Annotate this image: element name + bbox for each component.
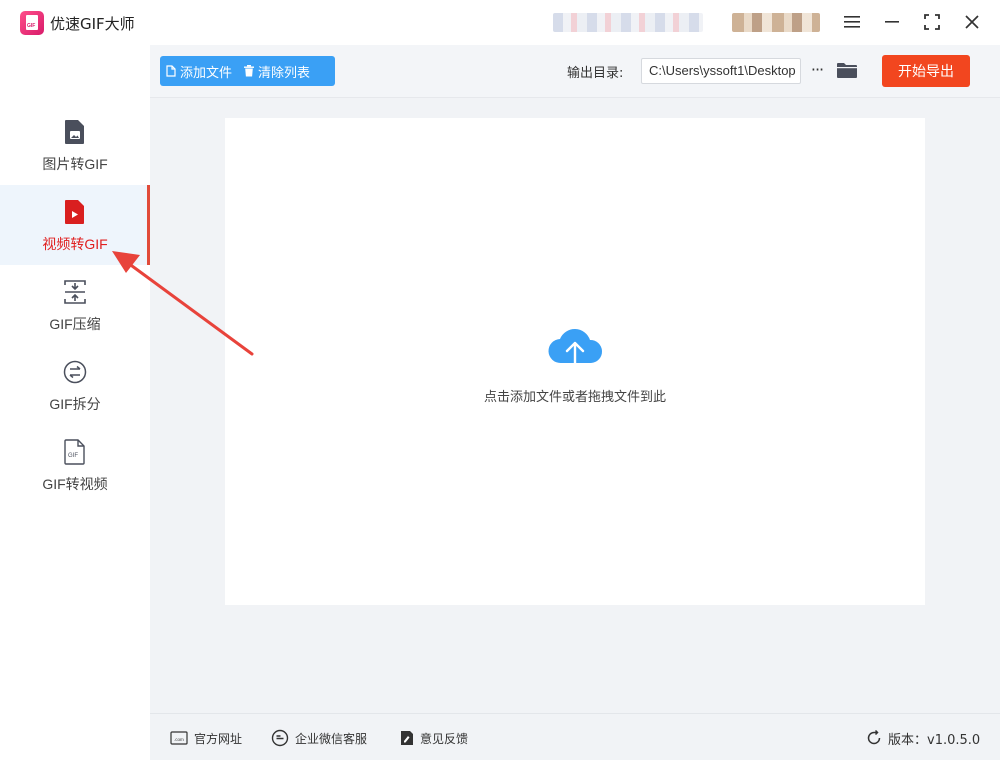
- sidebar: 图片转GIF 视频转GIF GIF压缩 GIF拆分 GIF GIF转视频: [0, 45, 150, 760]
- output-directory-label: 输出目录:: [567, 66, 624, 81]
- svg-text:.com: .com: [174, 737, 184, 742]
- start-export-button[interactable]: 开始导出: [882, 55, 970, 87]
- blurred-account-info: [553, 13, 703, 32]
- split-icon: [63, 360, 87, 384]
- official-website-label: 官方网址: [194, 731, 243, 746]
- main-panel: 添加文件 清除列表 输出目录: C:\Users\yssoft1\Desktop…: [150, 45, 1000, 760]
- blurred-avatar: [732, 13, 820, 32]
- drop-zone-hint: 点击添加文件或者拖拽文件到此: [483, 390, 666, 405]
- sidebar-item-label: GIF拆分: [49, 396, 101, 412]
- file-icon: [166, 65, 176, 77]
- maximize-button[interactable]: [919, 10, 945, 34]
- svg-text:GIF: GIF: [68, 453, 78, 459]
- app-title: 优速GIF大师: [50, 15, 135, 33]
- feedback-icon: [401, 731, 413, 745]
- sidebar-item-image-to-gif[interactable]: 图片转GIF: [0, 105, 150, 185]
- maximize-icon: [924, 14, 940, 30]
- output-directory-field[interactable]: C:\Users\yssoft1\Desktop: [641, 58, 801, 84]
- sidebar-item-label: 视频转GIF: [42, 236, 108, 252]
- sidebar-item-label: GIF压缩: [49, 316, 101, 332]
- sidebar-item-gif-compress[interactable]: GIF压缩: [0, 265, 150, 345]
- version-info: 版本：v1.0.5.0: [866, 727, 980, 749]
- sidebar-item-label: GIF转视频: [42, 476, 108, 492]
- app-logo-text: GIF: [27, 23, 36, 29]
- close-button[interactable]: [959, 10, 985, 34]
- cloud-upload-icon: [548, 329, 603, 375]
- compress-icon: [64, 280, 86, 304]
- wechat-support-link[interactable]: 企业微信客服: [271, 727, 367, 749]
- clear-list-label: 清除列表: [258, 65, 311, 81]
- refresh-icon: [867, 730, 881, 745]
- official-website-link[interactable]: .com 官方网址: [170, 727, 242, 749]
- version-label: 版本：v1.0.5.0: [888, 732, 981, 748]
- toolbar: 添加文件 清除列表 输出目录: C:\Users\yssoft1\Desktop…: [150, 45, 1000, 98]
- add-file-button[interactable]: 添加文件: [160, 56, 238, 86]
- chat-bubble-icon: [271, 729, 289, 747]
- sidebar-item-label: 图片转GIF: [42, 156, 108, 172]
- clear-list-button[interactable]: 清除列表: [238, 56, 316, 86]
- wechat-support-label: 企业微信客服: [295, 731, 368, 746]
- website-icon: .com: [170, 731, 188, 745]
- title-bar: GIF 优速GIF大师: [0, 0, 1000, 45]
- add-file-label: 添加文件: [180, 65, 233, 81]
- close-icon: [965, 15, 979, 29]
- sidebar-item-video-to-gif[interactable]: 视频转GIF: [0, 185, 150, 265]
- feedback-label: 意见反馈: [420, 731, 469, 746]
- minimize-button[interactable]: [879, 10, 905, 34]
- minimize-icon: [885, 21, 899, 23]
- menu-button[interactable]: [839, 10, 865, 34]
- video-file-icon: [65, 200, 84, 224]
- file-drop-zone[interactable]: 点击添加文件或者拖拽文件到此: [225, 118, 925, 605]
- hamburger-menu-icon: [844, 16, 860, 28]
- feedback-link[interactable]: 意见反馈: [400, 727, 468, 749]
- sidebar-item-gif-to-video[interactable]: GIF GIF转视频: [0, 425, 150, 505]
- sidebar-item-gif-split[interactable]: GIF拆分: [0, 345, 150, 425]
- file-button-group: 添加文件 清除列表: [160, 56, 335, 86]
- gif-file-icon: GIF: [64, 439, 85, 465]
- trash-icon: [244, 65, 255, 77]
- open-folder-icon[interactable]: [836, 59, 858, 81]
- browse-more-button[interactable]: ···: [806, 58, 828, 84]
- app-logo: GIF: [20, 11, 44, 35]
- image-file-icon: [65, 120, 84, 144]
- footer: .com 官方网址 企业微信客服 意见反馈 版本：v1.0.5.0: [150, 713, 1000, 760]
